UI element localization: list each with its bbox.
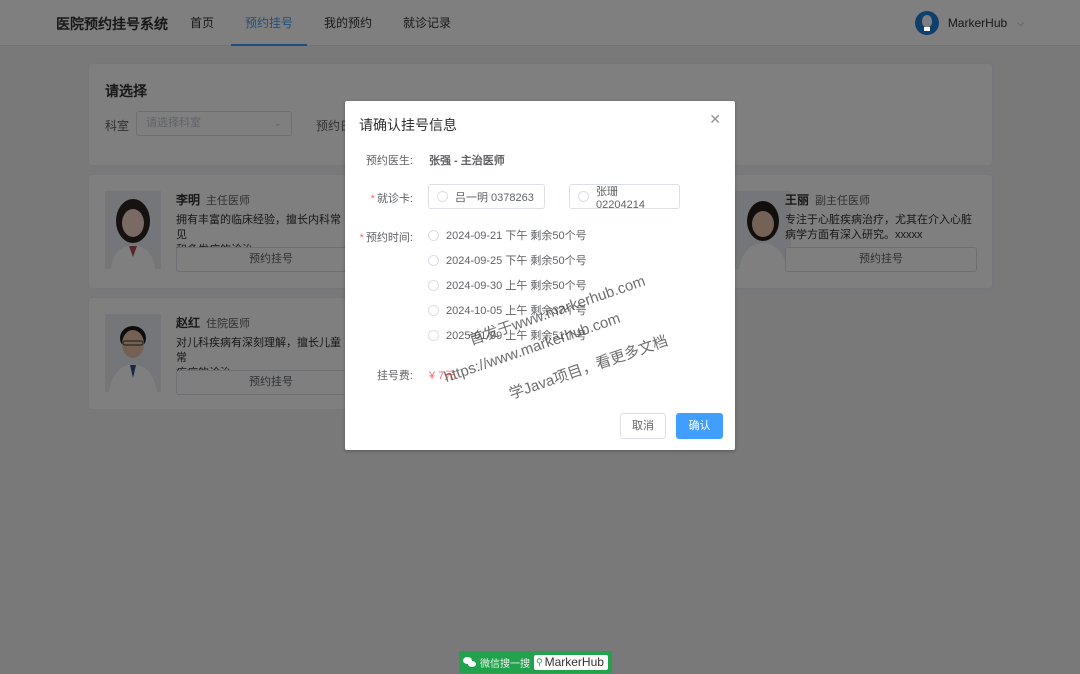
wechat-account-name: MarkerHub [544, 655, 604, 669]
radio-circle [578, 191, 589, 202]
wechat-search-text: 微信搜一搜 [480, 658, 530, 670]
wechat-icon [463, 656, 477, 668]
doctor-value: 张强 - 主治医师 [429, 155, 505, 167]
close-icon[interactable]: ✕ [709, 111, 721, 128]
time-radio-option[interactable]: 2024-09-21 下午 剩余50个号 [428, 228, 587, 242]
time-label: * 预约时间: [359, 232, 413, 244]
cancel-button[interactable]: 取消 [620, 413, 666, 439]
wechat-search-badge: 微信搜一搜 ⚲ MarkerHub [459, 651, 612, 673]
radio-circle [437, 191, 448, 202]
card-radio-option[interactable]: 吕一明 0378263 [428, 184, 545, 209]
wechat-search-box: ⚲ MarkerHub [534, 654, 608, 670]
card-radio-option[interactable]: 张珊 02204214 [569, 184, 680, 211]
confirm-button[interactable]: 确认 [676, 413, 723, 439]
doctor-label: 预约医生: [365, 155, 413, 167]
dialog-title: 请确认挂号信息 [359, 117, 457, 133]
time-radio-option[interactable]: 2024-09-25 下午 剩余50个号 [428, 253, 587, 267]
time-radio-option[interactable]: 2024-09-30 上午 剩余50个号 [428, 278, 587, 292]
search-icon: ⚲ [536, 656, 543, 667]
confirm-dialog: 请确认挂号信息 ✕ 预约医生: 张强 - 主治医师 * 就诊卡: 吕一明 0378… [345, 101, 735, 450]
fee-label: 挂号费: [376, 370, 413, 382]
card-label: * 就诊卡: [370, 193, 413, 205]
